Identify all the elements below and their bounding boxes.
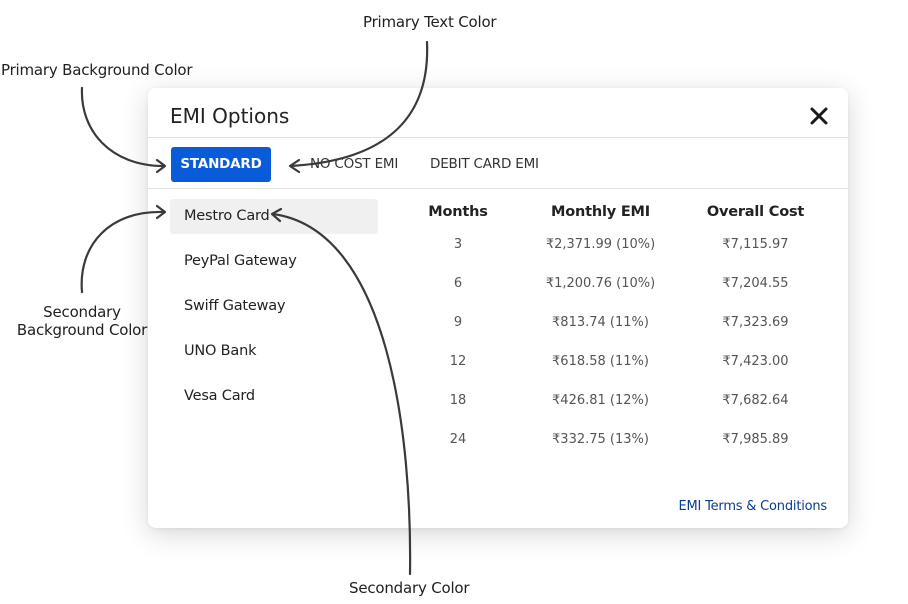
tab-debit-card-emi[interactable]: DEBIT CARD EMI: [430, 147, 539, 182]
table-row: 3 ₹2,371.99 (10%) ₹7,115.97: [393, 225, 833, 264]
cell-monthly-emi: ₹1,200.76 (10%): [545, 276, 656, 291]
cell-months: 18: [449, 393, 467, 408]
emi-tabs: STANDARD EMI NO COST EMI DEBIT CARD EMI: [148, 138, 848, 207]
cell-monthly-emi: ₹2,371.99 (10%): [545, 237, 656, 252]
tab-standard-emi[interactable]: STANDARD EMI: [171, 147, 271, 207]
cell-overall-cost: ₹7,985.89: [722, 432, 789, 447]
tab-no-cost-emi[interactable]: NO COST EMI: [310, 147, 398, 182]
annotation-secondary-background-color: Secondary Background Color: [16, 303, 148, 339]
cell-overall-cost: ₹7,204.55: [722, 276, 789, 291]
column-header-months: Months: [428, 204, 488, 220]
cell-monthly-emi: ₹426.81 (12%): [552, 393, 649, 408]
provider-item-vesa-card[interactable]: Vesa Card: [170, 379, 378, 414]
table-row: 24 ₹332.75 (13%) ₹7,985.89: [393, 420, 833, 459]
cell-overall-cost: ₹7,323.69: [722, 315, 789, 330]
cell-months: 9: [453, 315, 463, 330]
column-header-monthly-emi: Monthly EMI: [551, 204, 650, 220]
table-header-row: Months Monthly EMI Overall Cost: [393, 199, 833, 225]
modal-title: EMI Options: [170, 104, 290, 128]
table-row: 18 ₹426.81 (12%) ₹7,682.64: [393, 381, 833, 420]
cell-overall-cost: ₹7,682.64: [722, 393, 789, 408]
table-row: 6 ₹1,200.76 (10%) ₹7,204.55: [393, 264, 833, 303]
cell-monthly-emi: ₹618.58 (11%): [552, 354, 649, 369]
close-button[interactable]: [808, 105, 830, 127]
provider-item-swiff-gateway[interactable]: Swiff Gateway: [170, 289, 378, 324]
provider-item-peypal-gateway[interactable]: PeyPal Gateway: [170, 244, 378, 279]
emi-terms-link[interactable]: EMI Terms & Conditions: [679, 499, 828, 514]
cell-monthly-emi: ₹813.74 (11%): [552, 315, 649, 330]
cell-monthly-emi: ₹332.75 (13%): [552, 432, 649, 447]
annotation-primary-background-color: Primary Background Color: [1, 61, 193, 79]
cell-overall-cost: ₹7,423.00: [722, 354, 789, 369]
cell-months: 12: [449, 354, 467, 369]
cell-overall-cost: ₹7,115.97: [722, 237, 789, 252]
provider-item-mestro-card[interactable]: Mestro Card: [170, 199, 378, 234]
cell-months: 3: [453, 237, 463, 252]
provider-item-uno-bank[interactable]: UNO Bank: [170, 334, 378, 369]
close-icon: [810, 107, 828, 125]
annotation-secondary-color: Secondary Color: [349, 579, 470, 597]
cell-months: 6: [453, 276, 463, 291]
provider-list: Mestro Card PeyPal Gateway Swiff Gateway…: [170, 199, 378, 424]
table-row: 12 ₹618.58 (11%) ₹7,423.00: [393, 342, 833, 381]
column-header-overall-cost: Overall Cost: [706, 204, 805, 220]
emi-options-modal: EMI Options STANDARD EMI NO COST EMI DEB…: [148, 88, 848, 528]
table-row: 9 ₹813.74 (11%) ₹7,323.69: [393, 303, 833, 342]
emi-table: Months Monthly EMI Overall Cost 3 ₹2,371…: [393, 199, 833, 459]
modal-header: EMI Options: [148, 88, 848, 138]
annotation-primary-text-color: Primary Text Color: [363, 13, 497, 31]
cell-months: 24: [449, 432, 467, 447]
